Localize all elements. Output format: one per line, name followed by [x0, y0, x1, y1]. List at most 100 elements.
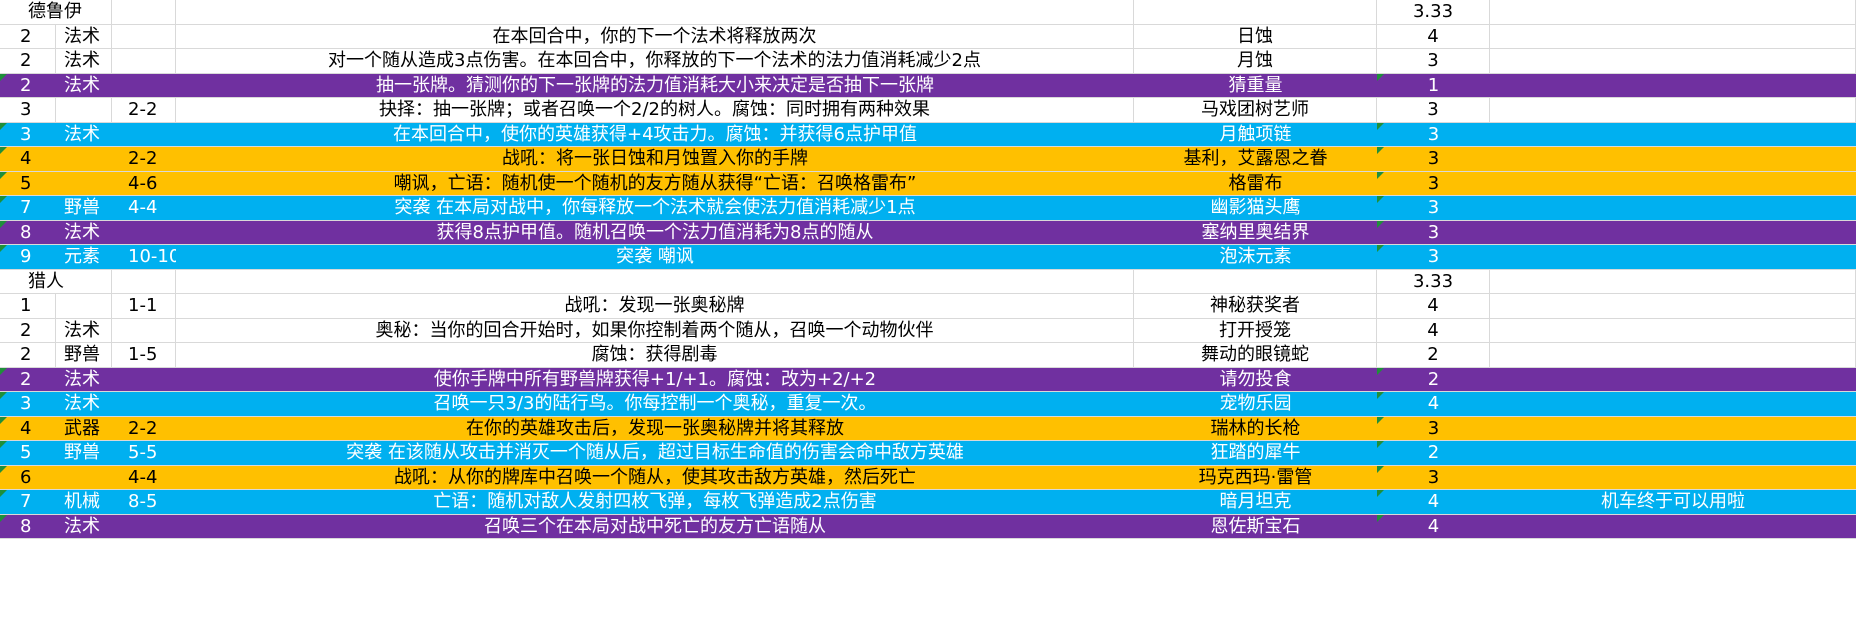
card-text-cell[interactable]: 召唤一只3/3的陆行鸟。你每控制一个奥秘，重复一次。 [176, 392, 1134, 417]
card-rating-cell[interactable]: 3 [1377, 123, 1490, 148]
card-text-cell[interactable]: 对一个随从造成3点伤害。在本回合中，你释放的下一个法术的法力值消耗减少2点 [176, 49, 1134, 74]
card-note-cell[interactable] [1490, 24, 1856, 49]
card-note-cell[interactable] [1490, 172, 1856, 197]
card-note-cell[interactable] [1490, 123, 1856, 148]
card-type-cell[interactable]: 法术 [56, 123, 112, 148]
card-cost-cell[interactable]: 9 [0, 245, 56, 270]
card-note-cell[interactable] [1490, 98, 1856, 123]
card-name-cell[interactable]: 神秘获奖者 [1134, 294, 1377, 319]
card-type-cell[interactable]: 法术 [56, 392, 112, 417]
card-type-cell[interactable] [56, 147, 112, 172]
card-type-cell[interactable]: 野兽 [56, 343, 112, 368]
card-rating-cell[interactable]: 4 [1377, 24, 1490, 49]
card-note-cell[interactable] [1490, 368, 1856, 393]
card-name-cell[interactable]: 泡沫元素 [1134, 245, 1377, 270]
card-type-cell[interactable]: 武器 [56, 417, 112, 442]
card-cost-cell[interactable]: 2 [0, 74, 56, 99]
card-note-cell[interactable] [1490, 74, 1856, 99]
card-text-cell[interactable]: 战吼：将一张日蚀和月蚀置入你的手牌 [176, 147, 1134, 172]
empty-cell[interactable] [1134, 269, 1377, 294]
card-note-cell[interactable] [1490, 147, 1856, 172]
card-type-cell[interactable]: 野兽 [56, 441, 112, 466]
card-stats-cell[interactable]: 1-5 [112, 343, 176, 368]
card-note-cell[interactable] [1490, 245, 1856, 270]
card-rating-cell[interactable]: 3 [1377, 49, 1490, 74]
card-stats-cell[interactable] [112, 24, 176, 49]
card-text-cell[interactable]: 战吼：发现一张奥秘牌 [176, 294, 1134, 319]
card-name-cell[interactable]: 幽影猫头鹰 [1134, 196, 1377, 221]
card-cost-cell[interactable]: 2 [0, 24, 56, 49]
card-text-cell[interactable]: 使你手牌中所有野兽牌获得+1/+1。腐蚀：改为+2/+2 [176, 368, 1134, 393]
empty-cell[interactable] [1490, 269, 1856, 294]
card-stats-cell[interactable]: 4-4 [112, 466, 176, 491]
card-note-cell[interactable] [1490, 196, 1856, 221]
card-text-cell[interactable]: 奥秘：当你的回合开始时，如果你控制着两个随从，召唤一个动物伙伴 [176, 318, 1134, 343]
card-rating-cell[interactable]: 3 [1377, 98, 1490, 123]
card-rating-cell[interactable]: 4 [1377, 318, 1490, 343]
card-note-cell[interactable] [1490, 515, 1856, 540]
card-name-cell[interactable]: 打开授笼 [1134, 318, 1377, 343]
card-cost-cell[interactable]: 3 [0, 392, 56, 417]
card-rating-cell[interactable]: 3 [1377, 147, 1490, 172]
card-type-cell[interactable]: 法术 [56, 49, 112, 74]
card-text-cell[interactable]: 突袭 嘲讽 [176, 245, 1134, 270]
empty-cell[interactable] [112, 269, 176, 294]
card-name-cell[interactable]: 恩佐斯宝石 [1134, 515, 1377, 540]
card-note-cell[interactable] [1490, 221, 1856, 246]
card-rating-cell[interactable]: 4 [1377, 294, 1490, 319]
card-stats-cell[interactable]: 4-4 [112, 196, 176, 221]
card-cost-cell[interactable]: 2 [0, 49, 56, 74]
card-text-cell[interactable]: 抽一张牌。猜测你的下一张牌的法力值消耗大小来决定是否抽下一张牌 [176, 74, 1134, 99]
card-stats-cell[interactable]: 2-2 [112, 147, 176, 172]
card-cost-cell[interactable]: 3 [0, 123, 56, 148]
card-cost-cell[interactable]: 5 [0, 172, 56, 197]
card-text-cell[interactable]: 抉择：抽一张牌；或者召唤一个2/2的树人。腐蚀：同时拥有两种效果 [176, 98, 1134, 123]
card-text-cell[interactable]: 获得8点护甲值。随机召唤一个法力值消耗为8点的随从 [176, 221, 1134, 246]
card-note-cell[interactable] [1490, 318, 1856, 343]
section-score[interactable]: 3.33 [1377, 269, 1490, 294]
card-name-cell[interactable]: 宠物乐园 [1134, 392, 1377, 417]
card-cost-cell[interactable]: 8 [0, 221, 56, 246]
card-note-cell[interactable] [1490, 392, 1856, 417]
card-stats-cell[interactable] [112, 221, 176, 246]
empty-cell[interactable] [1134, 0, 1377, 25]
card-name-cell[interactable]: 玛克西玛·雷管 [1134, 466, 1377, 491]
card-text-cell[interactable]: 突袭 在本局对战中，你每释放一个法术就会使法力值消耗减少1点 [176, 196, 1134, 221]
card-type-cell[interactable]: 元素 [56, 245, 112, 270]
card-type-cell[interactable] [56, 172, 112, 197]
section-title[interactable]: 德鲁伊 [0, 0, 112, 25]
card-stats-cell[interactable]: 2-2 [112, 417, 176, 442]
card-name-cell[interactable]: 舞动的眼镜蛇 [1134, 343, 1377, 368]
card-stats-cell[interactable]: 8-5 [112, 490, 176, 515]
card-type-cell[interactable] [56, 98, 112, 123]
card-name-cell[interactable]: 日蚀 [1134, 24, 1377, 49]
card-cost-cell[interactable]: 4 [0, 417, 56, 442]
card-name-cell[interactable]: 暗月坦克 [1134, 490, 1377, 515]
card-rating-cell[interactable]: 3 [1377, 221, 1490, 246]
card-cost-cell[interactable]: 3 [0, 98, 56, 123]
card-stats-cell[interactable]: 5-5 [112, 441, 176, 466]
card-text-cell[interactable]: 战吼：从你的牌库中召唤一个随从，使其攻击敌方英雄，然后死亡 [176, 466, 1134, 491]
card-cost-cell[interactable]: 8 [0, 515, 56, 540]
card-stats-cell[interactable]: 1-1 [112, 294, 176, 319]
card-cost-cell[interactable]: 6 [0, 466, 56, 491]
empty-cell[interactable] [112, 0, 176, 25]
card-type-cell[interactable]: 法术 [56, 515, 112, 540]
card-note-cell[interactable] [1490, 294, 1856, 319]
card-note-cell[interactable] [1490, 49, 1856, 74]
empty-cell[interactable] [176, 269, 1134, 294]
card-type-cell[interactable]: 法术 [56, 74, 112, 99]
card-type-cell[interactable]: 野兽 [56, 196, 112, 221]
card-rating-cell[interactable]: 3 [1377, 417, 1490, 442]
card-stats-cell[interactable] [112, 318, 176, 343]
card-name-cell[interactable]: 马戏团树艺师 [1134, 98, 1377, 123]
card-stats-cell[interactable]: 2-2 [112, 98, 176, 123]
card-stats-cell[interactable]: 10-10 [112, 245, 176, 270]
card-type-cell[interactable]: 法术 [56, 221, 112, 246]
card-note-cell[interactable] [1490, 441, 1856, 466]
card-text-cell[interactable]: 在本回合中，使你的英雄获得+4攻击力。腐蚀：并获得6点护甲值 [176, 123, 1134, 148]
card-rating-cell[interactable]: 4 [1377, 515, 1490, 540]
card-stats-cell[interactable] [112, 74, 176, 99]
card-cost-cell[interactable]: 4 [0, 147, 56, 172]
card-cost-cell[interactable]: 7 [0, 196, 56, 221]
